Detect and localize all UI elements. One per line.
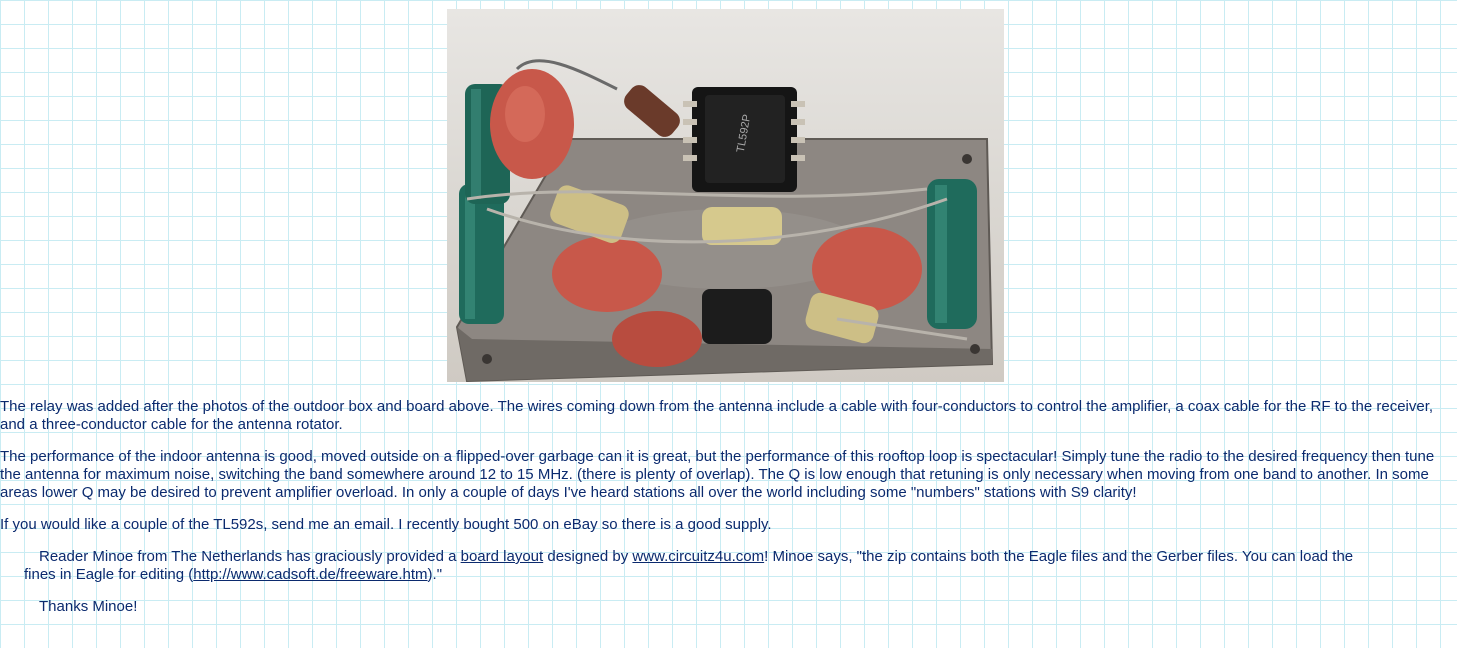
paragraph-relay: The relay was added after the photos of … [0,398,1434,433]
reader-note-block: Reader Minoe from The Netherlands has gr… [0,548,1455,616]
cadsoft-link[interactable]: http://www.cadsoft.de/freeware.htm [193,566,427,583]
thanks-line: Thanks Minoe! [39,598,138,615]
paragraph-performance: The performance of the indoor antenna is… [0,448,1435,501]
reader-note-intro: Reader Minoe from The Netherlands has gr… [39,548,461,565]
circuitz4u-link[interactable]: www.circuitz4u.com [632,548,764,565]
reader-note-end: )." [427,566,443,583]
article-text: The relay was added after the photos of … [0,398,1455,630]
circuit-board-photo: TL592P [447,9,1004,382]
paragraph-tl592-offer: If you would like a couple of the TL592s… [0,516,772,533]
board-layout-link[interactable]: board layout [461,548,544,565]
reader-note: Reader Minoe from The Netherlands has gr… [24,548,1455,584]
reader-note-mid: designed by [543,548,633,565]
